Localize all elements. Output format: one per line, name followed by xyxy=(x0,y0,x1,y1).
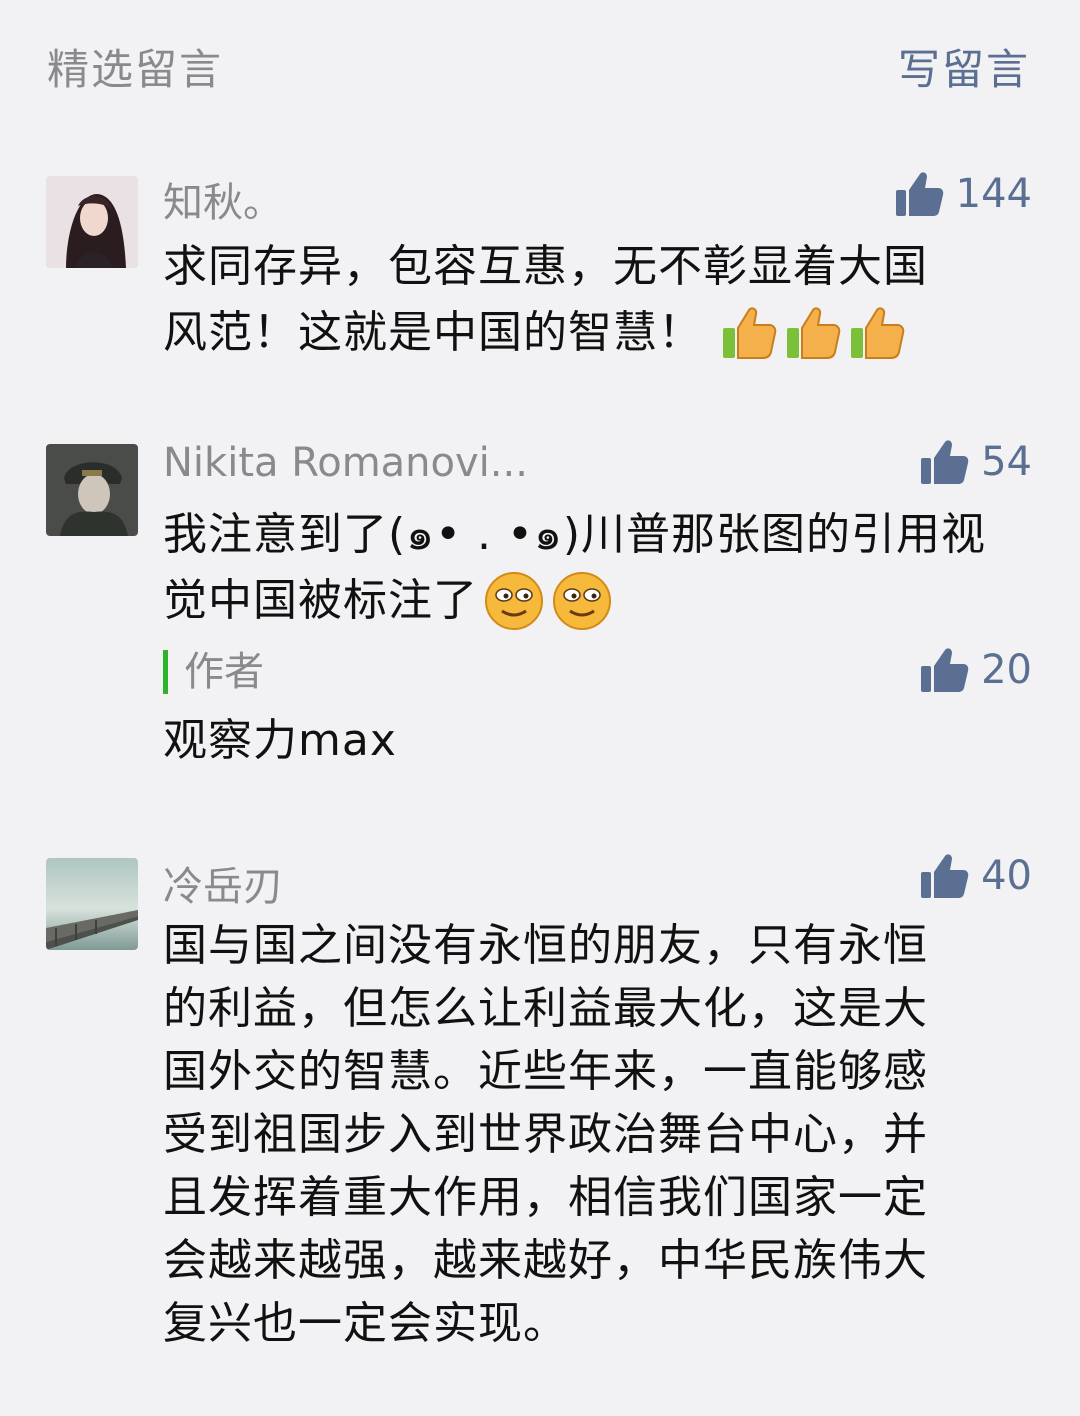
smirk-emoji-group xyxy=(484,571,620,631)
author-reply-text: 观察力max xyxy=(163,715,397,766)
smirk-emoji xyxy=(485,572,543,630)
comment-line: 的利益，但怎么让利益最大化，这是大 xyxy=(163,983,928,1034)
thumbs-up-icon xyxy=(921,648,969,692)
comment-line: 我注意到了(๑• . •๑)川普那张图的引用视 xyxy=(163,509,987,560)
like-button[interactable]: 144 xyxy=(894,170,1032,218)
comments-header: 精选留言 写留言 xyxy=(0,0,1080,130)
thumbs-up-emoji xyxy=(851,307,905,359)
write-comment-button[interactable]: 写留言 xyxy=(898,36,1030,97)
comment-line: 受到祖国步入到世界政治舞台中心，并 xyxy=(163,1109,928,1160)
comment-line: 风范！这就是中国的智慧！ xyxy=(163,307,703,358)
like-button[interactable]: 54 xyxy=(919,438,1032,486)
author-reply-label: 作者 xyxy=(163,650,264,694)
thumbs-up-icon xyxy=(921,854,969,898)
thumbs-up-emoji xyxy=(723,307,777,359)
like-count: 54 xyxy=(981,439,1032,485)
avatar[interactable] xyxy=(46,176,138,268)
comment-line: 国与国之间没有永恒的朋友，只有永恒 xyxy=(163,920,928,971)
comment-line: 国外交的智慧。近些年来，一直能够感 xyxy=(163,1046,928,1097)
comment-nickname[interactable]: Nikita Romanovi... xyxy=(163,440,528,486)
featured-comments-title: 精选留言 xyxy=(47,45,224,94)
avatar[interactable] xyxy=(46,858,138,950)
comment-text: 国与国之间没有永恒的朋友，只有永恒 的利益，但怎么让利益最大化，这是大 国外交的… xyxy=(163,914,993,1355)
comment-nickname[interactable]: 冷岳刃 xyxy=(163,854,283,912)
like-count: 144 xyxy=(955,171,1032,217)
thumbs-up-emoji-group xyxy=(721,306,913,360)
smirk-emoji xyxy=(553,572,611,630)
comment-text: 我注意到了(๑• . •๑)川普那张图的引用视 觉中国被标注了 xyxy=(163,502,993,634)
thumbs-up-icon xyxy=(921,440,969,484)
comment-line: 复兴也一定会实现。 xyxy=(163,1298,568,1349)
thumbs-up-emoji xyxy=(787,307,841,359)
like-count: 20 xyxy=(981,647,1032,693)
comment-nickname[interactable]: 知秋。 xyxy=(163,170,283,228)
thumbs-up-icon xyxy=(895,172,943,216)
reply-like-button[interactable]: 20 xyxy=(919,646,1032,694)
like-count: 40 xyxy=(981,853,1032,899)
comment-line: 求同存异，包容互惠，无不彰显着大国 xyxy=(163,241,928,292)
comment-line: 且发挥着重大作用，相信我们国家一定 xyxy=(163,1172,928,1223)
comment-text: 求同存异，包容互惠，无不彰显着大国 风范！这就是中国的智慧！ xyxy=(163,234,993,366)
comment-line: 觉中国被标注了 xyxy=(163,575,478,626)
like-button[interactable]: 40 xyxy=(919,852,1032,900)
comment-line: 会越来越强，越来越好，中华民族伟大 xyxy=(163,1235,928,1286)
avatar[interactable] xyxy=(46,444,138,536)
